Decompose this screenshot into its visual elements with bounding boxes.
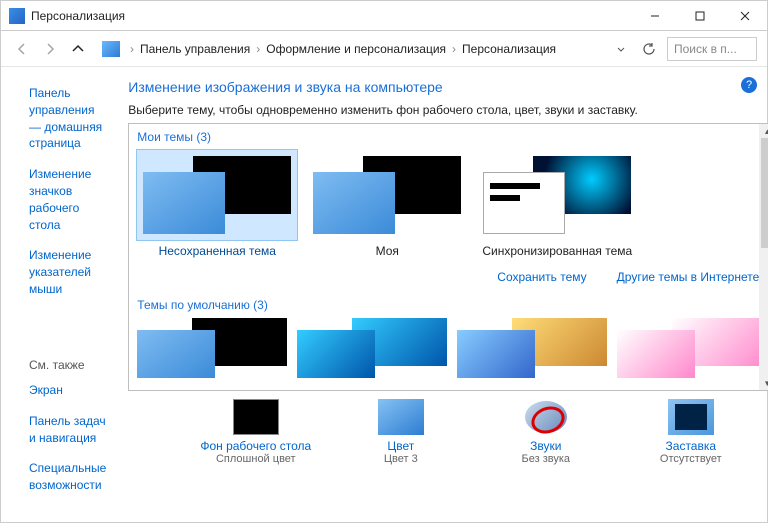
window-buttons (632, 1, 767, 30)
setting-desktop-bg[interactable]: Фон рабочего стола Сплошной цвет (188, 399, 323, 465)
theme-item[interactable] (297, 318, 447, 378)
theme-label: Синхронизированная тема (482, 244, 632, 258)
control-panel-icon (102, 41, 120, 57)
sidebar-link-accessibility[interactable]: Специальные возможности (29, 460, 106, 494)
sidebar-link-screen[interactable]: Экран (29, 382, 106, 399)
setting-name: Звуки (530, 439, 561, 453)
scrollbar[interactable]: ▲ ▼ (759, 124, 768, 390)
breadcrumb[interactable]: › Панель управления › Оформление и персо… (95, 37, 605, 61)
back-button[interactable] (11, 38, 33, 60)
up-button[interactable] (67, 38, 89, 60)
navbar: › Панель управления › Оформление и персо… (1, 31, 767, 67)
more-themes-link[interactable]: Другие темы в Интернете (617, 270, 760, 284)
theme-row: Несохраненная тема Моя Синхронизированна… (129, 146, 768, 270)
breadcrumb-item[interactable]: Оформление и персонализация (266, 42, 446, 56)
sidebar-link-home[interactable]: Панель управления — домашняя страница (29, 85, 106, 152)
theme-item[interactable]: Моя (307, 150, 467, 258)
settings-row: Фон рабочего стола Сплошной цвет Цвет Цв… (128, 391, 768, 465)
breadcrumb-dropdown[interactable] (611, 39, 631, 59)
window-title: Персонализация (31, 9, 632, 23)
setting-value: Цвет 3 (384, 453, 418, 465)
screensaver-icon (668, 399, 714, 435)
theme-item[interactable] (617, 318, 767, 378)
content: ? Панель управления — домашняя страница … (1, 67, 767, 522)
search-placeholder: Поиск в п... (674, 42, 737, 56)
scroll-thumb[interactable] (761, 138, 768, 248)
breadcrumb-sep: › (254, 42, 262, 56)
breadcrumb-sep: › (450, 42, 458, 56)
sidebar-link-icons[interactable]: Изменение значков рабочего стола (29, 166, 106, 233)
theme-item[interactable]: Синхронизированная тема (477, 150, 637, 258)
help-icon[interactable]: ? (741, 77, 757, 93)
breadcrumb-item[interactable]: Панель управления (140, 42, 250, 56)
desktop-icon (233, 399, 279, 435)
theme-label: Моя (376, 244, 399, 258)
scroll-up-icon[interactable]: ▲ (759, 124, 768, 138)
color-icon (378, 399, 424, 435)
page-title: Изменение изображения и звука на компьют… (128, 79, 768, 95)
setting-value: Сплошной цвет (216, 453, 296, 465)
close-button[interactable] (722, 1, 767, 30)
see-also-label: См. также (29, 358, 106, 372)
titlebar: Персонализация (1, 1, 767, 31)
minimize-button[interactable] (632, 1, 677, 30)
setting-color[interactable]: Цвет Цвет 3 (333, 399, 468, 465)
setting-name: Цвет (387, 439, 414, 453)
page-description: Выберите тему, чтобы одновременно измени… (128, 103, 768, 117)
sidebar-link-pointers[interactable]: Изменение указателей мыши (29, 247, 106, 297)
my-themes-label: Мои темы (3) (129, 124, 768, 146)
default-themes-label: Темы по умолчанию (3) (129, 292, 768, 314)
setting-name: Фон рабочего стола (200, 439, 311, 453)
refresh-button[interactable] (637, 37, 661, 61)
setting-screensaver[interactable]: Заставка Отсутствует (623, 399, 758, 465)
theme-actions: Сохранить тему Другие темы в Интернете (129, 270, 768, 292)
scroll-down-icon[interactable]: ▼ (759, 376, 768, 390)
sidebar-link-taskbar[interactable]: Панель задач и навигация (29, 413, 106, 447)
theme-label: Несохраненная тема (159, 244, 276, 258)
search-input[interactable]: Поиск в п... (667, 37, 757, 61)
themes-panel: Мои темы (3) Несохраненная тема Моя Синх… (128, 123, 768, 391)
theme-item[interactable]: Несохраненная тема (137, 150, 297, 258)
breadcrumb-item[interactable]: Персонализация (462, 42, 556, 56)
sound-icon (523, 399, 569, 435)
breadcrumb-sep: › (128, 42, 136, 56)
setting-value: Отсутствует (660, 453, 722, 465)
maximize-button[interactable] (677, 1, 722, 30)
setting-name: Заставка (666, 439, 717, 453)
save-theme-link[interactable]: Сохранить тему (497, 270, 586, 284)
theme-item[interactable] (137, 318, 287, 378)
setting-sounds[interactable]: Звуки Без звука (478, 399, 613, 465)
forward-button[interactable] (39, 38, 61, 60)
default-theme-row (129, 314, 768, 382)
main: Изменение изображения и звука на компьют… (120, 67, 768, 522)
app-icon (9, 8, 25, 24)
sidebar: Панель управления — домашняя страница Из… (1, 67, 120, 522)
theme-item[interactable] (457, 318, 607, 378)
setting-value: Без звука (522, 453, 571, 465)
